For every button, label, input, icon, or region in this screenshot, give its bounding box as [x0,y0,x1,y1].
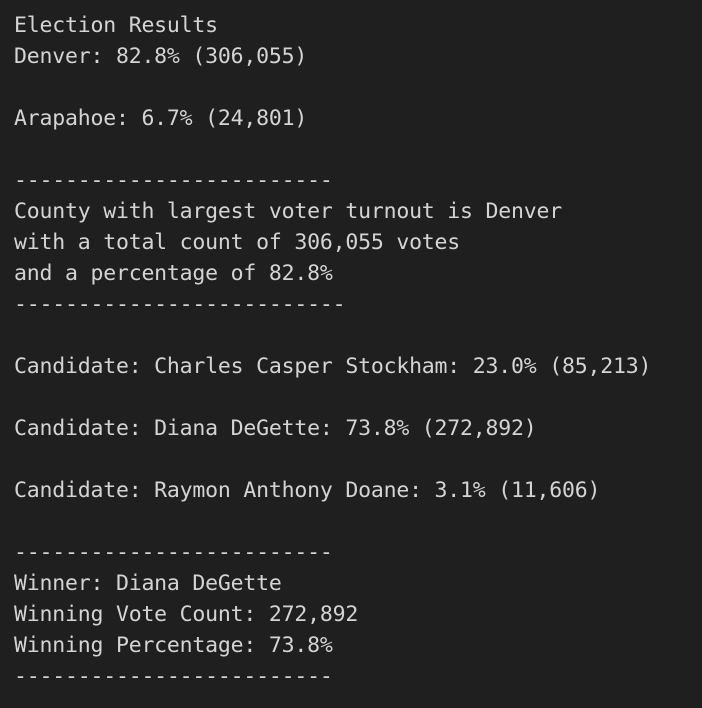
terminal-output: Election Results Denver: 82.8% (306,055)… [0,0,702,708]
divider: ------------------------- [14,664,333,689]
divider: ------------------------- [14,168,333,193]
candidate-result-doane: Candidate: Raymon Anthony Doane: 3.1% (1… [14,478,601,503]
largest-turnout-county: County with largest voter turnout is Den… [14,199,562,224]
results-title: Election Results [14,13,218,38]
largest-turnout-percentage: and a percentage of 82.8% [14,261,333,286]
largest-turnout-count: with a total count of 306,055 votes [14,230,461,255]
winning-percentage: Winning Percentage: 73.8% [14,633,333,658]
winner-name: Winner: Diana DeGette [14,571,282,596]
divider: -------------------------- [14,292,346,317]
candidate-result-stockham: Candidate: Charles Casper Stockham: 23.0… [14,354,652,379]
winning-vote-count: Winning Vote Count: 272,892 [14,602,359,627]
county-result-denver: Denver: 82.8% (306,055) [14,44,308,69]
divider: ------------------------- [14,540,333,565]
county-result-arapahoe: Arapahoe: 6.7% (24,801) [14,106,308,131]
candidate-result-degette: Candidate: Diana DeGette: 73.8% (272,892… [14,416,537,441]
